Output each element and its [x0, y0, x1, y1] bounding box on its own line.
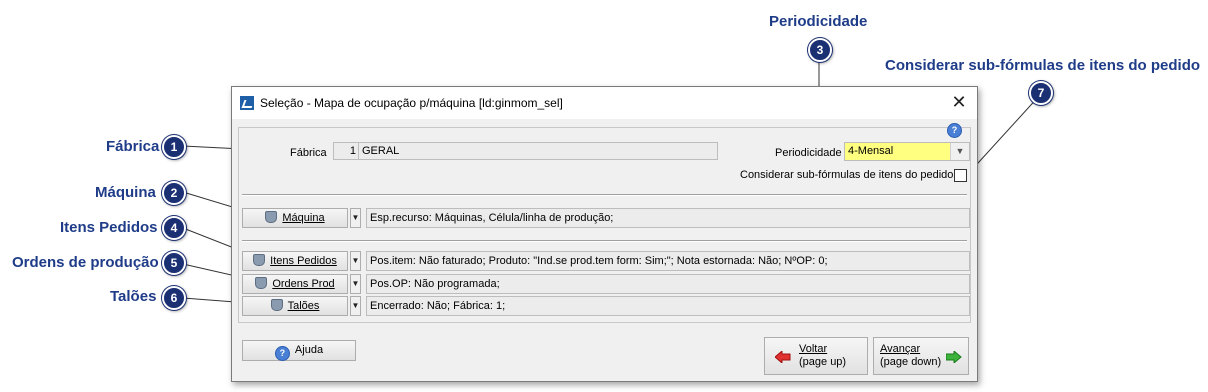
ajuda-button[interactable]: ? Ajuda [242, 340, 356, 361]
ordens-prod-filter-text: Pos.OP: Não programada; [366, 274, 970, 294]
periodicidade-select[interactable]: 4-Mensal ▼ [844, 142, 970, 161]
ordens-prod-button[interactable]: Ordens Prod [242, 274, 348, 294]
callout-badge-4: 4 [162, 216, 186, 240]
maquina-button[interactable]: Máquina [242, 208, 348, 228]
divider [242, 194, 967, 196]
callout-label-itens-pedidos: Itens Pedidos [60, 219, 158, 236]
filter-icon [253, 254, 266, 266]
ordens-prod-dropdown[interactable]: ▼ [350, 274, 361, 294]
voltar-shortcut: (page up) [799, 356, 847, 368]
periodicidade-label: Periodicidade [775, 147, 842, 159]
window-title: Seleção - Mapa de ocupação p/máquina [ld… [260, 96, 563, 110]
periodicidade-value: 4-Mensal [848, 145, 894, 157]
itens-pedidos-dropdown[interactable]: ▼ [350, 251, 361, 271]
callout-label-maquina: Máquina [95, 184, 156, 201]
callout-label-periodicidade: Periodicidade [769, 13, 868, 30]
callout-badge-1: 1 [162, 135, 186, 159]
arrow-right-icon [946, 351, 962, 363]
maquina-filter-text: Esp.recurso: Máquinas, Célula/linha de p… [366, 208, 970, 228]
filter-icon [255, 277, 268, 289]
callout-label-considerar: Considerar sub-fórmulas de itens do pedi… [885, 57, 1201, 74]
filter-icon [270, 299, 283, 311]
callout-label-ordens-producao: Ordens de produção [12, 254, 159, 271]
callout-badge-7: 7 [1029, 81, 1053, 105]
considerar-checkbox[interactable] [954, 169, 967, 182]
avancar-shortcut: (page down) [880, 356, 942, 368]
title-bar[interactable]: Seleção - Mapa de ocupação p/máquina [ld… [232, 87, 977, 119]
app-icon [240, 96, 254, 110]
maquina-dropdown[interactable]: ▼ [350, 208, 361, 228]
considerar-label: Considerar sub-fórmulas de itens do pedi… [740, 169, 954, 181]
voltar-button[interactable]: Voltar (page up) [764, 337, 868, 375]
divider [242, 240, 967, 242]
callout-badge-2: 2 [162, 181, 186, 205]
filter-icon [265, 211, 278, 223]
filter-panel: ? Fábrica 1 GERAL Periodicidade 4-Mensal… [238, 123, 971, 323]
callout-badge-5: 5 [162, 251, 186, 275]
fabrica-label: Fábrica [290, 147, 327, 159]
selection-dialog: Seleção - Mapa de ocupação p/máquina [ld… [231, 86, 978, 382]
help-icon: ? [274, 346, 290, 361]
voltar-label: Voltar [799, 343, 828, 355]
itens-pedidos-button[interactable]: Itens Pedidos [242, 251, 348, 271]
avancar-label: Avançar [880, 343, 921, 355]
taloes-filter-text: Encerrado: Não; Fábrica: 1; [366, 296, 970, 316]
fabrica-name-field: GERAL [358, 142, 718, 160]
callout-label-taloes: Talões [110, 288, 157, 305]
itens-pedidos-filter-text: Pos.item: Não faturado; Produto: "Ind.se… [366, 251, 970, 271]
chevron-down-icon[interactable]: ▼ [950, 143, 969, 160]
avancar-button[interactable]: Avançar (page down) [873, 337, 969, 375]
arrow-left-icon [775, 351, 791, 363]
close-button[interactable]: ✕ [949, 93, 969, 113]
taloes-button[interactable]: Talões [242, 296, 348, 316]
callout-badge-3: 3 [808, 38, 832, 62]
help-icon[interactable]: ? [947, 123, 962, 138]
taloes-dropdown[interactable]: ▼ [350, 296, 361, 316]
callout-badge-6: 6 [162, 286, 186, 310]
callout-label-fabrica: Fábrica [106, 138, 160, 155]
fabrica-code-field[interactable]: 1 [333, 142, 359, 160]
